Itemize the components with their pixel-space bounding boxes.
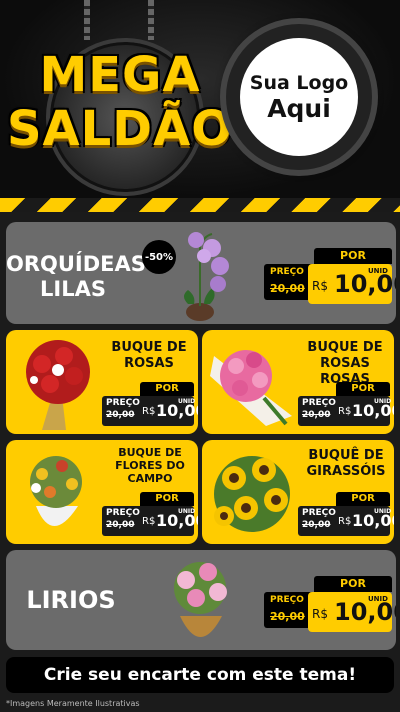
product-name: BUQUÊ DE GIRASSÓIS <box>298 448 394 480</box>
currency: R$ <box>142 516 156 527</box>
product-card-buque-rosas-rosas[interactable]: BUQUE DE ROSAS ROSAS POR PREÇO 20,00 R$ … <box>202 330 394 434</box>
orchid-image <box>184 232 229 321</box>
roses-bouquet-image <box>26 340 90 430</box>
currency: R$ <box>312 279 328 293</box>
product-name: LIRIOS <box>26 586 116 614</box>
price-block: POR PREÇO 20,00 R$ 10,00 UNID <box>264 576 396 632</box>
old-price: 20,00 <box>270 610 305 623</box>
footnote: *Imagens Meramente Ilustrativas <box>6 699 140 708</box>
price-box: PREÇO 20,00 R$ 10,00 UNID <box>298 396 394 426</box>
title-line-2: SALDÃO <box>6 101 234 157</box>
pink-roses-image <box>210 350 292 426</box>
old-price: 20,00 <box>270 282 305 295</box>
name-line: LILAS <box>40 277 106 301</box>
preco-label: PREÇO <box>302 508 336 518</box>
product-name: BUQUE DE ROSAS ROSAS <box>296 340 394 388</box>
chain-right <box>148 0 154 40</box>
price-block: POR PREÇO 20,00 R$ 10,00 UNID <box>298 382 394 428</box>
product-name: BUQUE DE FLORES DO CAMPO <box>106 446 194 485</box>
price-main: R$ 10,00 UNID <box>308 592 396 632</box>
product-card-girassois[interactable]: BUQUÊ DE GIRASSÓIS POR PREÇO 20,00 R$ 10… <box>202 440 394 544</box>
unit-label: UNID <box>368 267 388 275</box>
price-block: POR PREÇO 20,00 R$ 10,00 UNID <box>298 492 394 538</box>
price-main: R$ 10,00 UNID <box>308 264 396 304</box>
unit-label: UNID <box>374 508 392 515</box>
logo-placeholder: Sua Logo Aqui <box>240 38 358 156</box>
product-card-lirios[interactable]: LIRIOS POR PREÇO 20,00 R$ 10,00 UNID <box>6 550 396 650</box>
title-line-1: MEGA <box>39 47 201 103</box>
por-label: POR <box>140 382 194 396</box>
chain-left <box>84 0 90 40</box>
old-price: 20,00 <box>106 520 135 530</box>
name-line: ROSAS <box>124 356 174 371</box>
preco-label: PREÇO <box>106 508 140 518</box>
preco-label: PREÇO <box>302 398 336 408</box>
name-line: CAMPO <box>127 472 173 485</box>
old-price: 20,00 <box>302 410 331 420</box>
price-box: PREÇO 20,00 R$ 10,00 UNID <box>102 396 198 426</box>
header: MEGA SALDÃO Sua Logo Aqui <box>0 0 400 198</box>
unit-label: UNID <box>178 508 196 515</box>
name-line: BUQUE DE <box>118 446 182 459</box>
wildflowers-image <box>30 456 82 526</box>
product-card-orquideas[interactable]: ORQUÍDEAS LILAS -50% POR PREÇO 20,00 R$ … <box>6 222 396 324</box>
discount-badge: -50% <box>142 240 176 274</box>
hazard-stripe <box>0 198 400 212</box>
logo-line-2: Aqui <box>267 93 331 123</box>
preco-label: PREÇO <box>270 595 304 605</box>
currency: R$ <box>312 607 328 621</box>
price-block: POR PREÇO 20,00 R$ 10,00 UNID <box>102 492 198 538</box>
cta-button[interactable]: Crie seu encarte com este tema! <box>6 657 394 693</box>
name-line: ORQUÍDEAS <box>6 252 146 276</box>
name-line: BUQUE DE <box>111 340 187 355</box>
product-card-flores-campo[interactable]: BUQUE DE FLORES DO CAMPO POR PREÇO 20,00… <box>6 440 198 544</box>
old-price: 20,00 <box>302 520 331 530</box>
por-label: POR <box>336 492 390 506</box>
por-label: POR <box>314 248 392 264</box>
unit-label: UNID <box>178 398 196 405</box>
lilies-image <box>174 562 227 637</box>
name-line: BUQUE DE <box>307 340 383 355</box>
sunflowers-image <box>214 456 290 532</box>
name-line: BUQUÊ DE <box>308 448 384 463</box>
product-name: ORQUÍDEAS LILAS <box>6 252 146 302</box>
currency: R$ <box>142 406 156 417</box>
price-block: POR PREÇO 20,00 R$ 10,00 UNID <box>102 382 198 428</box>
unit-label: UNID <box>368 595 388 603</box>
promo-title: MEGA SALDÃO <box>0 48 240 156</box>
unit-label: UNID <box>374 398 392 405</box>
product-card-buque-rosas[interactable]: BUQUE DE ROSAS POR PREÇO 20,00 R$ 10,00 … <box>6 330 198 434</box>
preco-label: PREÇO <box>270 267 304 277</box>
price-box: PREÇO 20,00 R$ 10,00 UNID <box>298 506 394 536</box>
name-line: FLORES DO <box>115 459 185 472</box>
logo-line-1: Sua Logo <box>249 71 349 94</box>
por-label: POR <box>314 576 392 592</box>
preco-label: PREÇO <box>106 398 140 408</box>
old-price: 20,00 <box>106 410 135 420</box>
por-label: POR <box>336 382 390 396</box>
product-name: BUQUE DE ROSAS <box>104 340 194 372</box>
price-block: POR PREÇO 20,00 R$ 10,00 UNID <box>264 248 396 304</box>
currency: R$ <box>338 406 352 417</box>
currency: R$ <box>338 516 352 527</box>
price-box: PREÇO 20,00 R$ 10,00 UNID <box>102 506 198 536</box>
por-label: POR <box>140 492 194 506</box>
name-line: GIRASSÓIS <box>306 464 386 479</box>
